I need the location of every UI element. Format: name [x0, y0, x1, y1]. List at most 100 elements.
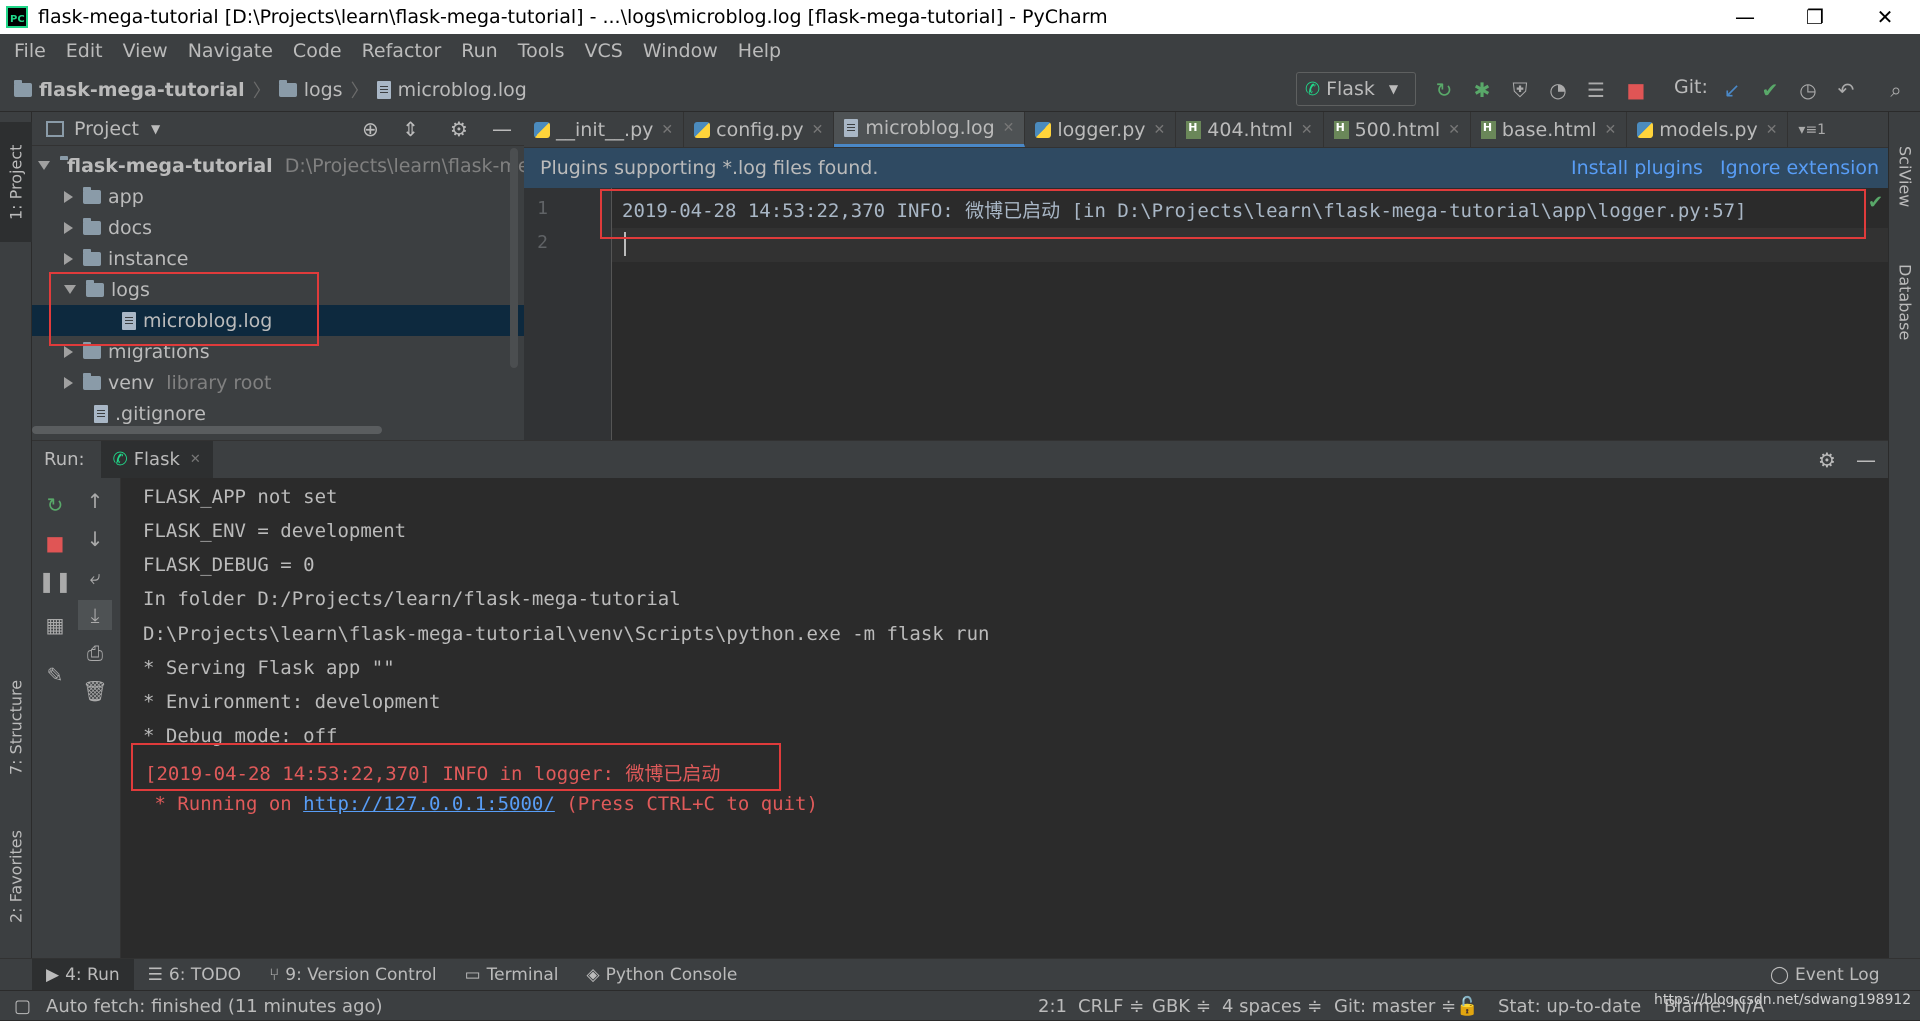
- breadcrumb-file[interactable]: microblog.log: [376, 79, 527, 101]
- version-control-tool-button[interactable]: ⑂ 9: Version Control: [255, 959, 451, 991]
- toggle-tool-windows-icon[interactable]: ▢: [14, 991, 31, 1021]
- breadcrumb-logs[interactable]: logs: [278, 79, 343, 101]
- line-separator-select[interactable]: CRLF ≑: [1078, 991, 1144, 1021]
- rerun-icon[interactable]: ↻: [1432, 78, 1456, 102]
- menu-window[interactable]: Window: [633, 40, 728, 62]
- editor-area[interactable]: 1 2 2019-04-28 14:53:22,370 INFO: 微博已启动 …: [524, 188, 1888, 440]
- git-update-icon[interactable]: ↙: [1720, 78, 1744, 102]
- caret-position[interactable]: 2:1: [1038, 991, 1067, 1021]
- menu-run[interactable]: Run: [451, 40, 507, 62]
- close-tab-icon[interactable]: ✕: [812, 122, 824, 138]
- sciview-tool-tab[interactable]: SciView: [1889, 122, 1920, 232]
- stop-icon[interactable]: ■: [42, 530, 68, 556]
- run-tab-flask[interactable]: ✆ Flask ✕: [100, 440, 213, 479]
- git-branch-select[interactable]: Git: master ≑: [1334, 991, 1456, 1021]
- tab-404-html[interactable]: 404.html ✕: [1176, 112, 1324, 147]
- tab-overflow-button[interactable]: ▾≡1: [1788, 112, 1836, 147]
- close-tab-icon[interactable]: ✕: [1766, 122, 1778, 138]
- tree-item-migrations[interactable]: migrations: [32, 336, 524, 367]
- collapse-all-icon[interactable]: ⇕: [402, 117, 419, 141]
- concurrency-icon[interactable]: ☰: [1584, 78, 1608, 102]
- database-tool-tab[interactable]: Database: [1889, 242, 1920, 362]
- tree-item-venv[interactable]: venv library root: [32, 367, 524, 398]
- tree-item-logs[interactable]: logs: [32, 274, 524, 305]
- tree-item-app[interactable]: app: [32, 181, 524, 212]
- close-tab-icon[interactable]: ✕: [190, 452, 201, 467]
- git-commit-icon[interactable]: ✔: [1758, 78, 1782, 102]
- menu-file[interactable]: File: [4, 40, 56, 62]
- breadcrumb-project[interactable]: flask-mega-tutorial: [14, 79, 245, 101]
- run-tool-button[interactable]: ▶ 4: Run: [32, 958, 134, 991]
- gear-icon[interactable]: ⚙: [1818, 448, 1836, 472]
- search-icon[interactable]: ⌕: [1884, 78, 1908, 102]
- close-tab-icon[interactable]: ✕: [1605, 122, 1617, 138]
- menu-vcs[interactable]: VCS: [575, 40, 633, 62]
- tab-models-py[interactable]: models.py ✕: [1627, 112, 1789, 147]
- close-tab-icon[interactable]: ✕: [1154, 122, 1166, 138]
- tab-config-py[interactable]: config.py ✕: [684, 112, 835, 147]
- close-tab-icon[interactable]: ✕: [1301, 122, 1313, 138]
- close-tab-icon[interactable]: ✕: [1003, 120, 1015, 136]
- project-panel-title[interactable]: Project: [74, 118, 139, 140]
- locate-icon[interactable]: ⊕: [362, 117, 379, 141]
- tab-base-html[interactable]: base.html ✕: [1471, 112, 1628, 147]
- menu-edit[interactable]: Edit: [56, 40, 113, 62]
- menu-help[interactable]: Help: [728, 40, 791, 62]
- python-console-tool-button[interactable]: ◈ Python Console: [573, 959, 752, 991]
- hide-icon[interactable]: —: [1856, 448, 1876, 472]
- todo-tool-button[interactable]: ☰ 6: TODO: [134, 959, 255, 991]
- scroll-up-icon[interactable]: ↑: [82, 488, 108, 514]
- trash-icon[interactable]: 🗑: [82, 678, 108, 704]
- menu-navigate[interactable]: Navigate: [178, 40, 283, 62]
- tab-500-html[interactable]: 500.html ✕: [1324, 112, 1471, 147]
- menu-view[interactable]: View: [113, 40, 178, 62]
- close-button[interactable]: ✕: [1850, 0, 1920, 34]
- ignore-extension-link[interactable]: Ignore extension: [1720, 157, 1879, 179]
- close-tab-icon[interactable]: ✕: [661, 122, 673, 138]
- gear-icon[interactable]: ⚙: [450, 117, 468, 141]
- project-tool-tab[interactable]: 1: Project: [0, 122, 32, 242]
- git-history-icon[interactable]: ◷: [1796, 78, 1820, 102]
- soft-wrap-icon[interactable]: ⤶: [82, 564, 108, 590]
- git-revert-icon[interactable]: ↶: [1834, 78, 1858, 102]
- structure-tool-tab[interactable]: 7: Structure: [0, 662, 32, 792]
- favorites-tool-tab[interactable]: 2: Favorites: [0, 812, 32, 942]
- scroll-to-end-icon[interactable]: ⤓: [78, 600, 112, 630]
- debug-bug-icon[interactable]: ✱: [1470, 78, 1494, 102]
- menu-tools[interactable]: Tools: [508, 40, 575, 62]
- layout-icon[interactable]: ▦: [42, 612, 68, 638]
- stop-icon[interactable]: ■: [1624, 78, 1648, 102]
- pin-icon[interactable]: ✎: [42, 662, 68, 688]
- coverage-icon[interactable]: ⛨: [1508, 78, 1532, 102]
- tree-item-microblog-log[interactable]: microblog.log: [32, 305, 524, 336]
- terminal-tool-button[interactable]: ▭ Terminal: [451, 959, 573, 991]
- tree-item-gitignore[interactable]: .gitignore: [32, 398, 524, 429]
- restore-button[interactable]: ❐: [1780, 0, 1850, 34]
- tab-microblog-log[interactable]: microblog.log ✕: [834, 112, 1026, 147]
- menu-refactor[interactable]: Refactor: [352, 40, 452, 62]
- print-icon[interactable]: ⎙: [82, 640, 108, 666]
- run-configuration-select[interactable]: ✆ Flask ▼: [1296, 72, 1416, 106]
- hide-icon[interactable]: —: [492, 117, 512, 141]
- profile-icon[interactable]: ◔: [1546, 78, 1570, 102]
- server-url-link[interactable]: http://127.0.0.1:5000/: [303, 793, 555, 815]
- scroll-down-icon[interactable]: ↓: [82, 526, 108, 552]
- install-plugins-link[interactable]: Install plugins: [1571, 157, 1703, 179]
- encoding-select[interactable]: GBK ≑: [1152, 991, 1211, 1021]
- chevron-down-icon[interactable]: ▼: [151, 122, 160, 136]
- tree-root[interactable]: flask-mega-tutorial D:\Projects\learn\fl…: [32, 150, 553, 181]
- tree-item-docs[interactable]: docs: [32, 212, 524, 243]
- rerun-icon[interactable]: ↻: [42, 492, 68, 518]
- minimize-button[interactable]: —: [1710, 0, 1780, 34]
- horizontal-scrollbar[interactable]: [32, 426, 382, 434]
- run-console[interactable]: FLASK_APP not set FLASK_ENV = developmen…: [120, 478, 1888, 958]
- pause-icon[interactable]: ❚❚: [38, 568, 72, 594]
- close-tab-icon[interactable]: ✕: [1448, 122, 1460, 138]
- lock-icon[interactable]: 🔓: [1456, 991, 1478, 1021]
- tab-logger-py[interactable]: logger.py ✕: [1025, 112, 1177, 147]
- tab-init-py[interactable]: __init__.py ✕: [524, 112, 685, 147]
- menu-code[interactable]: Code: [283, 40, 352, 62]
- tree-item-instance[interactable]: instance: [32, 243, 524, 274]
- indent-select[interactable]: 4 spaces ≑: [1222, 991, 1322, 1021]
- vertical-scrollbar[interactable]: [510, 148, 518, 368]
